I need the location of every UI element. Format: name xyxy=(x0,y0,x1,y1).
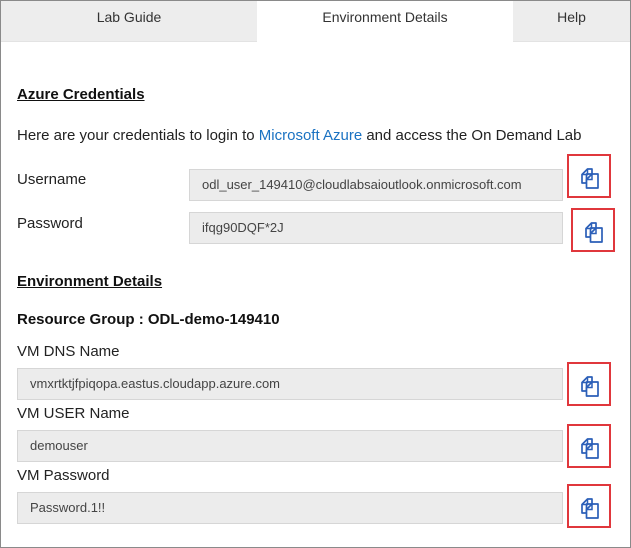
intro-text-after: and access the On Demand Lab xyxy=(362,127,582,144)
password-field[interactable]: ifqg90DQF*2J xyxy=(189,212,563,244)
vm-user-field[interactable]: demouser xyxy=(17,430,563,462)
tab-help[interactable]: Help xyxy=(513,1,630,41)
azure-credentials-heading: Azure Credentials xyxy=(17,86,145,103)
copy-icon xyxy=(581,376,599,397)
tab-lab-guide[interactable]: Lab Guide xyxy=(1,1,257,41)
vm-dns-label: VM DNS Name xyxy=(17,343,120,360)
username-field[interactable]: odl_user_149410@cloudlabsaioutlook.onmic… xyxy=(189,169,563,201)
copy-icon xyxy=(581,168,599,189)
copy-vm-user-button[interactable] xyxy=(567,424,611,468)
resource-group-label: Resource Group : ODL-demo-149410 xyxy=(17,311,280,328)
password-label: Password xyxy=(17,215,83,232)
environment-details-heading: Environment Details xyxy=(17,273,163,290)
microsoft-azure-link[interactable]: Microsoft Azure xyxy=(259,127,362,144)
credentials-intro: Here are your credentials to login to Mi… xyxy=(17,127,581,144)
copy-vm-password-button[interactable] xyxy=(567,484,611,528)
tab-environment-details[interactable]: Environment Details xyxy=(257,1,513,42)
environment-panel: Lab Guide Environment Details Help Azure… xyxy=(0,0,631,548)
copy-username-button[interactable] xyxy=(567,154,611,198)
copy-vm-dns-button[interactable] xyxy=(567,362,611,406)
vm-user-label: VM USER Name xyxy=(17,405,130,422)
copy-icon xyxy=(585,222,603,243)
copy-password-button[interactable] xyxy=(571,208,615,252)
copy-icon xyxy=(581,498,599,519)
tab-bar: Lab Guide Environment Details Help xyxy=(1,1,630,42)
vm-dns-field[interactable]: vmxrtktjfpiqopa.eastus.cloudapp.azure.co… xyxy=(17,368,563,400)
vm-password-field[interactable]: Password.1!! xyxy=(17,492,563,524)
username-label: Username xyxy=(17,171,87,188)
intro-text-before: Here are your credentials to login to xyxy=(17,127,259,144)
copy-icon xyxy=(581,438,599,459)
vm-password-label: VM Password xyxy=(17,467,110,484)
